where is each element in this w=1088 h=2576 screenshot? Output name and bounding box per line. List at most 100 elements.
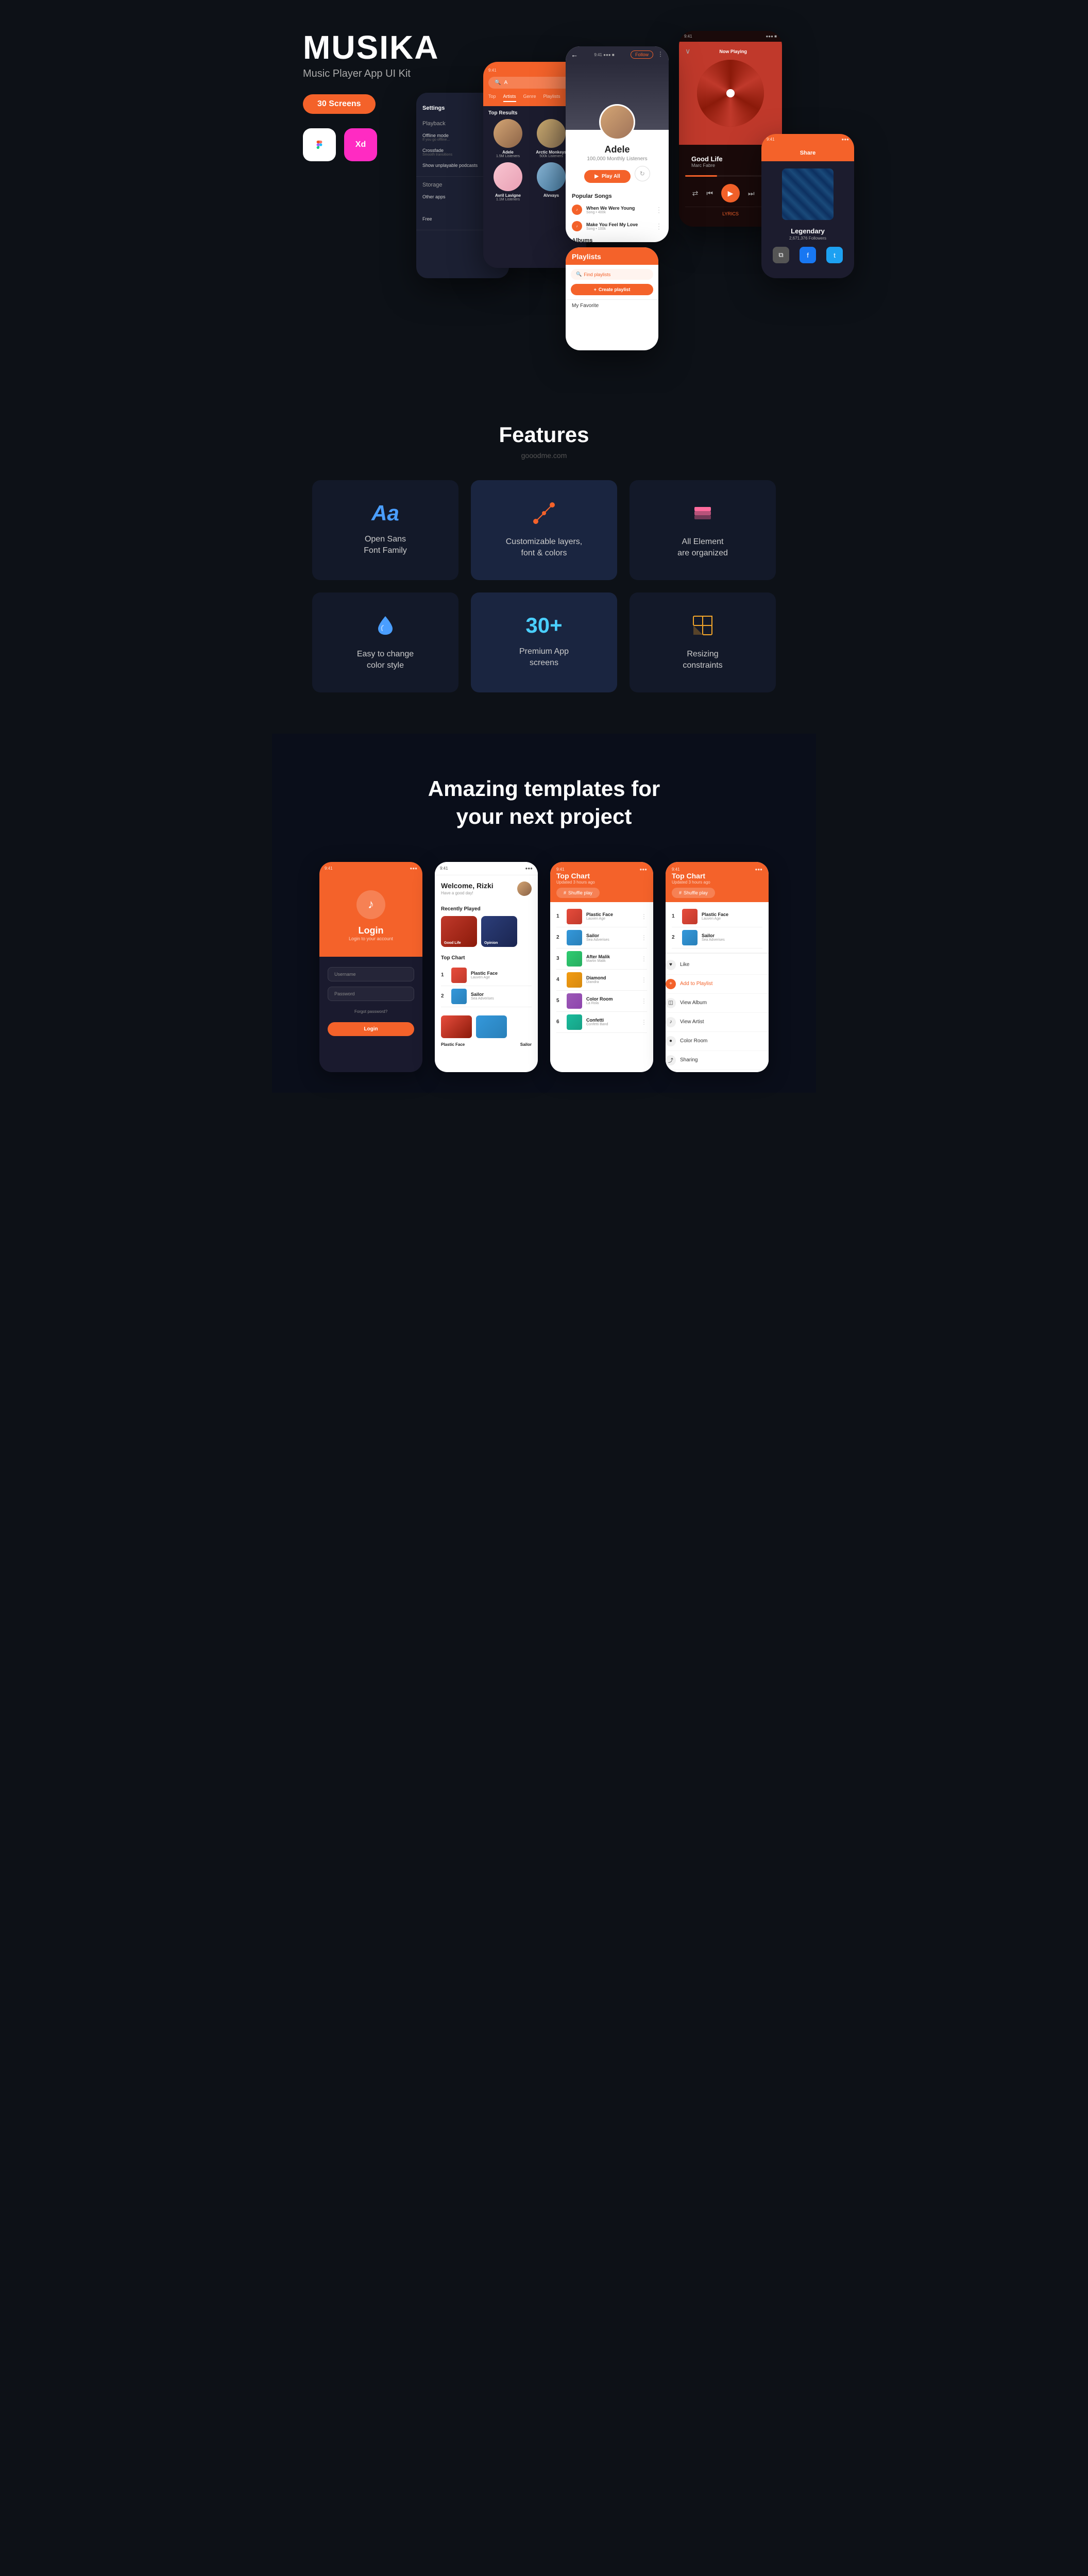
- chart-item[interactable]: 2 Sailor Sea Adverises: [441, 986, 532, 1007]
- chart-thumb-sm: [441, 1015, 472, 1038]
- forgot-password-link[interactable]: Forgot password?: [328, 1006, 414, 1017]
- chart-item[interactable]: 3 After Malik Martin Malik ⋮: [556, 948, 647, 970]
- bottom-thumbnails: [435, 1011, 538, 1042]
- recent-cards: Good Life Opinion: [441, 916, 532, 947]
- chart-title: Top Chart: [672, 872, 762, 880]
- chart-subtitle: Updated 3 hours ago: [672, 880, 762, 885]
- recent-card[interactable]: Opinion: [481, 916, 517, 947]
- chart-item[interactable]: 5 Color Room La Rola ⋮: [556, 991, 647, 1012]
- chart-item[interactable]: 1 Plastic Face Lauven Age: [672, 906, 762, 927]
- recently-played-section: Recently Played Good Life Opinion: [435, 902, 538, 951]
- chart-list: 1 Plastic Face Lauven Age 2 Sailor Sea A…: [441, 965, 532, 1007]
- resize-icon: [690, 613, 715, 640]
- feature-label: Easy to changecolor style: [357, 649, 414, 672]
- create-playlist-button[interactable]: + Create playlist: [571, 284, 653, 295]
- password-input[interactable]: Password: [328, 987, 414, 1001]
- chart-item[interactable]: 2 Sailor Sea Adverises: [672, 927, 762, 948]
- login-subtitle: Login to your account: [326, 936, 416, 941]
- facebook-share-button[interactable]: f: [800, 247, 816, 263]
- search-time: 9:41: [488, 68, 497, 73]
- previous-control[interactable]: ⏮: [706, 189, 713, 198]
- context-menu-item-sharing[interactable]: ⤴ Sharing: [666, 1051, 769, 1070]
- features-attribution: gooodme.com: [303, 451, 785, 460]
- next-control[interactable]: ⏭: [748, 189, 755, 198]
- context-menu-item-view-artist[interactable]: ♪ View Artist: [666, 1013, 769, 1032]
- artist-monthly-listeners: 100,000 Monthly Listeners: [572, 156, 662, 162]
- water-drop-icon: [373, 613, 398, 640]
- artist-avatar: [494, 119, 522, 148]
- context-phone-header: 9:41 ●●● Top Chart Updated 3 hours ago #…: [666, 862, 769, 902]
- figma-icon: [303, 128, 336, 161]
- feature-card-resize: Resizingconstraints: [630, 592, 776, 692]
- song-more-icon[interactable]: ⋮: [655, 222, 662, 231]
- tab-genre[interactable]: Genre: [523, 94, 536, 102]
- context-menu-item-like[interactable]: ♥ Like: [666, 956, 769, 975]
- more-options-icon[interactable]: ⋮: [641, 1019, 647, 1026]
- tab-top[interactable]: Top: [488, 94, 496, 102]
- artist-card[interactable]: Adele 1.5M Listeners: [488, 119, 528, 158]
- vinyl-record: [697, 60, 764, 127]
- track-thumbnail: [567, 930, 582, 945]
- chart-item[interactable]: 4 Diamond Diandra ⋮: [556, 970, 647, 991]
- chart-item[interactable]: 1 Plastic Face Lauven Age: [441, 965, 532, 986]
- login-form: Username Password Forgot password? Login: [319, 957, 422, 1046]
- templates-phones-row: 9:41 ●●● ♪ Login Login to your account U…: [303, 862, 785, 1072]
- music-note-icon: ♪: [572, 221, 582, 231]
- play-pause-button[interactable]: ▶: [721, 184, 740, 202]
- recent-card[interactable]: Good Life: [441, 916, 477, 947]
- template-phone-welcome: 9:41 ●●● Welcome, Rizki Have a good day!…: [435, 862, 538, 1072]
- login-button[interactable]: Login: [328, 1022, 414, 1036]
- tab-playlists[interactable]: Playlists: [543, 94, 560, 102]
- template-phone-context-menu: 9:41 ●●● Top Chart Updated 3 hours ago #…: [666, 862, 769, 1072]
- chart-item[interactable]: 6 Confetti Confetti Band ⋮: [556, 1012, 647, 1033]
- template-phone-login: 9:41 ●●● ♪ Login Login to your account U…: [319, 862, 422, 1072]
- more-options-icon[interactable]: ⋮: [641, 934, 647, 941]
- chart-item[interactable]: 2 Sailor Sea Adverises ⋮: [556, 927, 647, 948]
- screens-badge[interactable]: 30 Screens: [303, 94, 376, 114]
- layers-icon: [690, 501, 715, 528]
- share-followers: 2,671,376 Followers: [761, 236, 854, 241]
- username-input[interactable]: Username: [328, 967, 414, 981]
- share-album-art: [782, 168, 834, 220]
- xd-icon: Xd: [344, 128, 377, 161]
- welcome-subtitle: Have a good day!: [441, 891, 494, 895]
- find-playlists-search[interactable]: 🔍 Find playlists: [571, 269, 653, 280]
- track-thumbnail: [567, 972, 582, 988]
- artist-banner: [566, 63, 669, 130]
- font-icon: Aa: [371, 501, 399, 526]
- artist-avatar: [537, 162, 566, 191]
- shuffle-button[interactable]: ↻: [635, 166, 650, 181]
- song-row[interactable]: ♪ When We Were Young Song • 400k ⋮: [566, 201, 669, 218]
- copy-link-button[interactable]: ⧉: [773, 247, 789, 263]
- np-song-name: Good Life: [691, 155, 723, 163]
- number-30-icon: 30+: [525, 613, 562, 638]
- artist-avatar: [494, 162, 522, 191]
- shuffle-play-button[interactable]: # Shuffle play: [556, 888, 600, 898]
- more-options-icon[interactable]: ⋮: [641, 997, 647, 1005]
- chart-item[interactable]: 1 Plastic Face Lauven Age ⋮: [556, 906, 647, 927]
- track-thumbnail: [682, 909, 698, 924]
- templates-section: Amazing templates foryour next project 9…: [272, 734, 816, 1093]
- tab-artists[interactable]: Artists: [503, 94, 516, 102]
- shuffle-play-button[interactable]: # Shuffle play: [672, 888, 715, 898]
- artist-card[interactable]: Avril Lavigne 1.1M Listeners: [488, 162, 528, 201]
- features-section: Features gooodme.com Aa Open SansFont Fa…: [272, 381, 816, 734]
- track-thumbnail: [451, 968, 467, 983]
- shuffle-control[interactable]: ⇄: [692, 189, 699, 198]
- twitter-share-button[interactable]: t: [826, 247, 843, 263]
- song-more-icon[interactable]: ⋮: [655, 206, 662, 214]
- more-options-icon[interactable]: ⋮: [641, 955, 647, 962]
- templates-title: Amazing templates foryour next project: [303, 775, 785, 831]
- artist-card[interactable]: Alvvays: [532, 162, 571, 201]
- song-row[interactable]: ♪ Make You Feel My Love Song • 100k ⋮: [566, 218, 669, 234]
- context-menu-item-color-room[interactable]: ● Color Room: [666, 1032, 769, 1051]
- context-menu-item-add-to-playlist[interactable]: + Add to Playlist: [666, 975, 769, 994]
- playlist-item[interactable]: My Favorite: [566, 299, 658, 312]
- artist-card[interactable]: Arctic Monkeys 500k Listeners: [532, 119, 571, 158]
- login-logo-area: ♪ Login Login to your account: [319, 875, 422, 957]
- feature-card-color: Easy to changecolor style: [312, 592, 458, 692]
- more-options-icon[interactable]: ⋮: [641, 976, 647, 984]
- context-menu-item-view-album[interactable]: ◫ View Album: [666, 994, 769, 1013]
- play-all-button[interactable]: ▶ Play All: [584, 170, 630, 183]
- more-options-icon[interactable]: ⋮: [641, 913, 647, 920]
